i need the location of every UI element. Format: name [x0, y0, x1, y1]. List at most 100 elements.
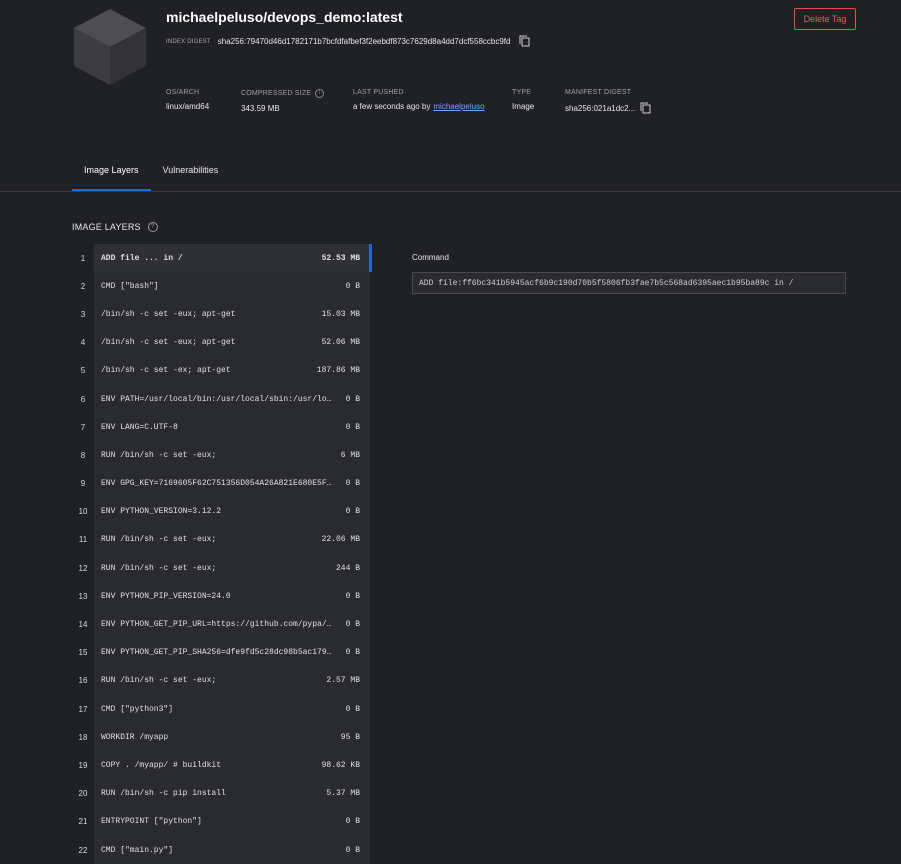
tab-bar: Image Layers Vulnerabilities — [72, 152, 230, 191]
layer-command: CMD ["bash"] — [101, 281, 159, 291]
layer-command-cell: ENV PATH=/usr/local/bin:/usr/local/sbin:… — [94, 384, 370, 414]
layer-size: 0 B — [345, 620, 360, 630]
manifest-digest-label: MANIFEST DIGEST — [565, 89, 632, 96]
layer-command: CMD ["python3"] — [101, 704, 174, 714]
layer-command-cell: CMD ["main.py"] 0 B — [94, 835, 370, 864]
layer-index: 22 — [78, 845, 88, 855]
layer-index: 9 — [80, 479, 86, 489]
layer-row[interactable]: 20 RUN /bin/sh -c pip install 5.37 MB — [72, 779, 370, 808]
layer-command: RUN /bin/sh -c set -eux; — [101, 535, 217, 545]
layer-row[interactable]: 5/bin/sh -c set -ex; apt-get 187.86 MB — [72, 356, 370, 385]
layer-row[interactable]: 11 RUN /bin/sh -c set -eux; 22.06 MB — [72, 525, 370, 555]
layer-index: 10 — [78, 507, 88, 517]
compressed-size-label: COMPRESSED SIZE — [241, 90, 312, 97]
tab-vulnerabilities[interactable]: Vulnerabilities — [151, 152, 231, 191]
layer-index: 1 — [80, 253, 86, 263]
layer-row[interactable]: 3/bin/sh -c set -eux; apt-get 15.03 MB — [72, 300, 370, 329]
os-arch-value: linux/amd64 — [166, 102, 210, 111]
layer-index: 21 — [78, 817, 88, 827]
layer-row[interactable]: 10 ENV PYTHON_VERSION=3.12.2 0 B — [72, 497, 370, 526]
layer-command: ENV PYTHON_VERSION=3.12.2 — [101, 507, 222, 517]
layer-command: ENV PYTHON_GET_PIP_SHA256=dfe9fd5c28dc98… — [101, 648, 333, 658]
layer-size: 0 B — [345, 507, 360, 517]
layer-row[interactable]: 1 ADD file ... in / 52.53 MB — [72, 244, 372, 273]
type-label: TYPE — [512, 89, 532, 96]
layer-command: /bin/sh -c set -eux; apt-get — [101, 338, 236, 348]
layer-row[interactable]: 6 ENV PATH=/usr/local/bin:/usr/local/sbin… — [72, 384, 370, 414]
manifest-digest-value: sha256:021a1dc2... — [565, 103, 636, 113]
info-icon[interactable]: i — [315, 89, 325, 98]
layer-row[interactable]: 7 ENV LANG=C.UTF-8 0 B — [72, 413, 370, 442]
layer-row[interactable]: 16 RUN /bin/sh -c set -eux; 2.57 MB — [72, 666, 370, 695]
layer-size: 0 B — [345, 479, 360, 489]
index-digest-row: INDEX DIGEST sha256:79470d46d1782171b7bc… — [166, 35, 530, 47]
command-value: ADD file:ff6bc341b5945acf6b9c190d70b5f58… — [412, 272, 846, 294]
pushed-by-user-link[interactable]: michaelpeluso — [433, 102, 484, 111]
layer-size: 15.03 MB — [321, 309, 360, 319]
layer-command-cell: COPY . /myapp/ # buildkit 98.62 KB — [94, 751, 370, 780]
layer-size: 6 MB — [340, 450, 360, 460]
layer-row[interactable]: 19 COPY . /myapp/ # buildkit 98.62 KB — [72, 751, 370, 780]
layer-command-cell: /bin/sh -c set -ex; apt-get 187.86 MB — [94, 356, 370, 385]
layer-row[interactable]: 17 CMD ["python3"] 0 B — [72, 695, 370, 724]
layer-command: ENV PYTHON_PIP_VERSION=24.0 — [101, 591, 231, 601]
layer-size: 187.86 MB — [316, 366, 360, 376]
layer-size: 52.53 MB — [321, 253, 360, 263]
layer-row[interactable]: 2 CMD ["bash"] 0 B — [72, 272, 370, 301]
last-pushed-block: LAST PUSHED a few seconds ago by michael… — [353, 89, 485, 111]
layer-index: 12 — [78, 563, 88, 573]
copy-icon[interactable] — [640, 102, 651, 114]
layer-index: 6 — [80, 394, 86, 404]
layer-command-cell: ENTRYPOINT ["python"] 0 B — [94, 807, 370, 836]
copy-icon[interactable] — [519, 35, 530, 47]
layer-command: ENV LANG=C.UTF-8 — [101, 422, 178, 432]
index-digest-value: sha256:79470d46d1782171b7bcfdfafbef3f2ee… — [217, 36, 511, 46]
layer-index: 2 — [80, 281, 86, 291]
layer-row[interactable]: 12 RUN /bin/sh -c set -eux; 244 B — [72, 554, 370, 583]
command-label: Command — [412, 253, 449, 262]
layer-index: 5 — [80, 366, 86, 376]
layer-command-cell: ENV PYTHON_GET_PIP_URL=https://github.co… — [94, 610, 370, 639]
layer-index: 7 — [80, 422, 86, 432]
last-pushed-time: a few seconds ago by — [353, 102, 431, 111]
layer-index: 3 — [80, 309, 86, 319]
layer-row[interactable]: 9 ENV GPG_KEY=7169605F62C751356D054A26A82… — [72, 469, 370, 498]
layer-command-cell: /bin/sh -c set -eux; apt-get 15.03 MB — [94, 300, 370, 329]
layer-index: 13 — [78, 591, 88, 601]
layer-index: 16 — [78, 676, 88, 686]
tab-image-layers[interactable]: Image Layers — [72, 152, 151, 191]
compressed-size-block: COMPRESSED SIZE i 343.59 MB — [241, 89, 325, 113]
layer-command: ENV PYTHON_GET_PIP_URL=https://github.co… — [101, 620, 333, 630]
layer-index: 8 — [80, 450, 86, 460]
layer-size: 0 B — [345, 281, 360, 291]
layer-command-cell: WORKDIR /myapp 95 B — [94, 723, 370, 752]
layer-command: RUN /bin/sh -c set -eux; — [101, 450, 217, 460]
layer-index: 11 — [78, 535, 88, 545]
layer-row[interactable]: 13 ENV PYTHON_PIP_VERSION=24.0 0 B — [72, 582, 370, 611]
layer-command-cell: RUN /bin/sh -c set -eux; 244 B — [94, 554, 370, 583]
layer-row[interactable]: 15 ENV PYTHON_GET_PIP_SHA256=dfe9fd5c28dc… — [72, 638, 370, 667]
layer-size: 0 B — [345, 704, 360, 714]
layer-row[interactable]: 8 RUN /bin/sh -c set -eux; 6 MB — [72, 441, 370, 470]
layer-index: 19 — [78, 760, 88, 770]
image-cube-icon — [74, 9, 146, 85]
layer-command-cell: CMD ["python3"] 0 B — [94, 695, 370, 724]
layer-row[interactable]: 21 ENTRYPOINT ["python"] 0 B — [72, 807, 370, 836]
layer-command-cell: RUN /bin/sh -c set -eux; 2.57 MB — [94, 666, 370, 695]
layer-command-cell: CMD ["bash"] 0 B — [94, 272, 370, 301]
layer-row[interactable]: 4/bin/sh -c set -eux; apt-get 52.06 MB — [72, 328, 370, 357]
layer-row[interactable]: 22 CMD ["main.py"] 0 B — [72, 835, 370, 864]
layer-row[interactable]: 18 WORKDIR /myapp 95 B — [72, 723, 370, 752]
manifest-digest-block: MANIFEST DIGEST sha256:021a1dc2... — [565, 89, 651, 114]
layer-row[interactable]: 14 ENV PYTHON_GET_PIP_URL=https://github.… — [72, 610, 370, 639]
layer-command-cell: RUN /bin/sh -c set -eux; 22.06 MB — [94, 525, 370, 555]
layer-command: WORKDIR /myapp — [101, 732, 169, 742]
layer-size: 0 B — [345, 422, 360, 432]
layer-index: 14 — [78, 620, 88, 630]
type-value: Image — [512, 102, 535, 111]
layer-size: 98.62 KB — [321, 760, 360, 770]
layer-command-cell: /bin/sh -c set -eux; apt-get 52.06 MB — [94, 328, 370, 357]
help-icon[interactable]: ? — [147, 222, 158, 232]
layer-size: 0 B — [345, 817, 360, 827]
delete-tag-button[interactable]: Delete Tag — [794, 8, 856, 30]
